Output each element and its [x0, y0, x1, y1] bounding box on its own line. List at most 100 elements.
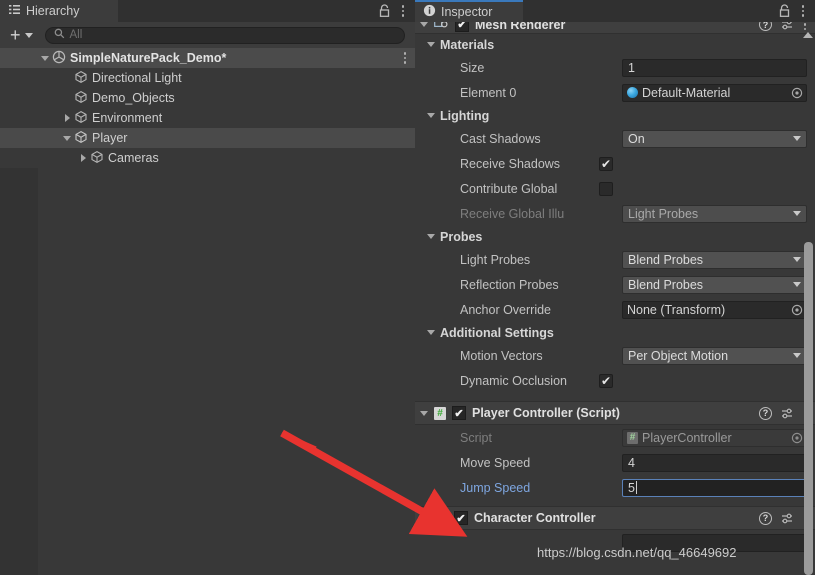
script-icon: # — [627, 431, 638, 444]
twisty-scene[interactable] — [38, 55, 52, 61]
inspector-tabstrip: Inspector — [415, 0, 815, 22]
section-header-materials[interactable]: Materials — [415, 34, 815, 55]
twisty-environment[interactable] — [60, 114, 74, 122]
field-row-contribute-global: Contribute Global — [415, 176, 815, 201]
field-row-reflection-probes: Reflection Probes Blend Probes — [415, 272, 815, 297]
twisty-probes[interactable] — [427, 234, 435, 239]
inspector-panel: Inspector ✔ Mesh Renderer ? Materials Si… — [415, 0, 815, 575]
section-title-lighting: Lighting — [440, 108, 490, 123]
checkbox-contribute-global[interactable] — [599, 181, 613, 196]
inspector-content: ✔ Mesh Renderer ? Materials Size 1 Eleme… — [415, 22, 815, 575]
tree-label-demo-objects: Demo_Objects — [92, 91, 175, 105]
field-row-element0: Element 0 Default-Material — [415, 80, 815, 105]
hierarchy-search-placeholder: All — [69, 29, 83, 41]
checkbox-dynamic-occlusion[interactable]: ✔ — [599, 373, 613, 388]
hierarchy-tab-actions — [378, 0, 415, 22]
chevron-down-icon — [793, 282, 801, 287]
component-title-player-controller: Player Controller (Script) — [472, 406, 620, 420]
gameobject-icon — [74, 70, 88, 87]
label-cast-shadows: Cast Shadows — [460, 131, 541, 146]
info-icon — [423, 4, 436, 20]
component-header-character-controller[interactable]: ✔ Character Controller ? — [415, 507, 815, 530]
input-move-speed-value: 4 — [628, 455, 635, 470]
tree-row-cameras[interactable]: Cameras — [0, 148, 415, 168]
component-title-character-controller: Character Controller — [474, 511, 596, 525]
preset-icon[interactable] — [781, 512, 794, 525]
twisty-cameras[interactable] — [76, 154, 90, 162]
label-motion-vectors: Motion Vectors — [460, 348, 543, 363]
preset-icon[interactable] — [781, 407, 794, 420]
twisty-additional-settings[interactable] — [427, 330, 435, 335]
section-title-additional-settings: Additional Settings — [440, 325, 554, 340]
lock-icon[interactable] — [378, 4, 391, 18]
dropdown-motion-vectors[interactable]: Per Object Motion — [622, 346, 807, 365]
section-header-additional-settings[interactable]: Additional Settings — [415, 322, 815, 343]
input-move-speed[interactable]: 4 — [622, 453, 807, 472]
dropdown-light-probes[interactable]: Blend Probes — [622, 250, 807, 269]
tree-row-scene[interactable]: SimpleNaturePack_Demo* — [0, 48, 415, 68]
character-controller-enabled-checkbox[interactable]: ✔ — [454, 511, 468, 525]
tree-row-directional-light[interactable]: Directional Light — [0, 68, 415, 88]
gameobject-icon — [90, 150, 104, 167]
section-title-materials: Materials — [440, 37, 495, 52]
scene-menu-icon[interactable] — [403, 51, 407, 65]
player-controller-enabled-checkbox[interactable]: ✔ — [452, 406, 466, 420]
lock-icon[interactable] — [778, 4, 791, 18]
component-header-mesh-renderer[interactable]: ✔ Mesh Renderer ? — [415, 22, 815, 34]
objectfield-element0[interactable]: Default-Material — [622, 83, 807, 102]
label-script: Script — [460, 430, 492, 445]
checkmark-icon: ✔ — [600, 373, 612, 388]
field-row-move-speed: Move Speed 4 — [415, 450, 815, 475]
section-header-probes[interactable]: Probes — [415, 226, 815, 247]
tree-row-demo-objects[interactable]: Demo_Objects — [0, 88, 415, 108]
label-receive-global-illumination: Receive Global Illu — [460, 206, 565, 221]
twisty-mesh-renderer[interactable] — [420, 22, 428, 27]
input-jump-speed-value: 5 — [628, 480, 635, 495]
input-jump-speed[interactable]: 5 — [622, 478, 807, 497]
objectfield-anchor-override-value: None (Transform) — [627, 302, 726, 317]
search-icon — [54, 28, 65, 42]
input-size[interactable]: 1 — [622, 58, 807, 77]
dropdown-reflection-probes-value: Blend Probes — [628, 277, 704, 292]
dropdown-receive-global-illumination: Light Probes — [622, 204, 807, 223]
component-header-player-controller[interactable]: # ✔ Player Controller (Script) ? — [415, 402, 815, 425]
scrollbar-thumb[interactable] — [804, 242, 813, 575]
twisty-materials[interactable] — [427, 42, 435, 47]
tab-hierarchy-label: Hierarchy — [26, 4, 80, 18]
help-icon[interactable]: ? — [759, 22, 772, 31]
twisty-character-controller[interactable] — [420, 515, 428, 521]
dropdown-reflection-probes[interactable]: Blend Probes — [622, 275, 807, 294]
twisty-player[interactable] — [60, 135, 74, 141]
tree-row-environment[interactable]: Environment — [0, 108, 415, 128]
mesh-renderer-enabled-checkbox[interactable]: ✔ — [455, 22, 469, 32]
label-element0: Element 0 — [460, 85, 517, 100]
twisty-lighting[interactable] — [427, 113, 435, 118]
chevron-down-icon — [793, 211, 801, 216]
gameobject-icon — [74, 90, 88, 107]
twisty-player-controller[interactable] — [420, 410, 428, 416]
text-cursor — [635, 481, 637, 494]
section-title-probes: Probes — [440, 229, 483, 244]
label-contribute-global: Contribute Global — [460, 181, 558, 196]
inspector-menu-icon[interactable] — [801, 4, 805, 18]
dropdown-cast-shadows-value: On — [628, 131, 645, 146]
hierarchy-menu-icon[interactable] — [401, 4, 405, 18]
dropdown-cast-shadows[interactable]: On — [622, 129, 807, 148]
preset-icon[interactable] — [781, 22, 794, 31]
tree-row-player[interactable]: Player — [0, 128, 415, 148]
mesh-renderer-icon — [434, 22, 449, 30]
help-icon[interactable]: ? — [759, 511, 772, 525]
help-icon[interactable]: ? — [759, 406, 772, 420]
field-row-light-probes: Light Probes Blend Probes — [415, 247, 815, 272]
objectfield-anchor-override[interactable]: None (Transform) — [622, 300, 807, 319]
section-header-lighting[interactable]: Lighting — [415, 105, 815, 126]
add-gameobject-button[interactable]: + — [8, 26, 35, 44]
field-row-anchor-override: Anchor Override None (Transform) — [415, 297, 815, 322]
hierarchy-search-input[interactable]: All — [44, 26, 405, 44]
checkbox-receive-shadows[interactable]: ✔ — [599, 156, 613, 171]
hierarchy-tree: SimpleNaturePack_Demo* Directional Light — [0, 48, 415, 168]
tree-label-player: Player — [92, 131, 128, 145]
inspector-scrollbar[interactable] — [802, 30, 814, 575]
tab-hierarchy[interactable]: Hierarchy — [0, 0, 118, 22]
tab-inspector[interactable]: Inspector — [415, 0, 523, 22]
